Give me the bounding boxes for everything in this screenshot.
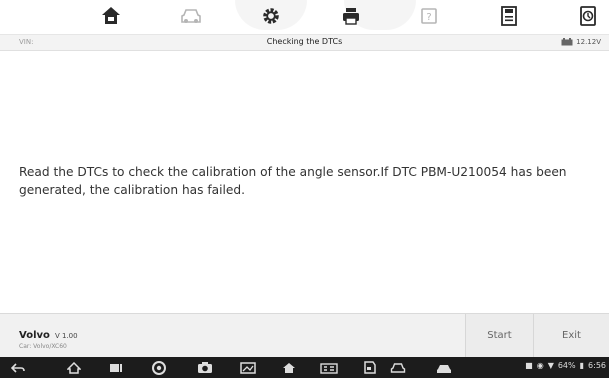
vehicle-info: Volvo V 1.00 Car: Volvo/XC60 [19, 323, 78, 350]
data-logging-icon[interactable] [573, 3, 603, 29]
chat-icon: ■ [525, 361, 533, 370]
vehicle-icon[interactable] [176, 3, 206, 29]
help-icon[interactable]: ? [414, 3, 444, 29]
print-icon[interactable] [336, 3, 366, 29]
chrome-icon[interactable] [147, 359, 171, 376]
home-icon[interactable] [96, 3, 126, 29]
voltage-value: 12.12V [576, 38, 601, 46]
vehicle-model: Car: Volvo/XC60 [19, 343, 67, 350]
svg-text:?: ? [426, 12, 431, 23]
main-content: Read the DTCs to check the calibration o… [0, 51, 609, 313]
notification-icon: ◉ [536, 361, 544, 370]
save-icon[interactable] [494, 3, 524, 29]
exit-button[interactable]: Exit [533, 314, 609, 357]
page-title: Checking the DTCs [266, 37, 343, 46]
instruction-text: Read the DTCs to check the calibration o… [19, 165, 567, 197]
vehicle-make: Volvo [19, 330, 50, 341]
settings-icon[interactable] [256, 3, 286, 29]
bottom-bar: Volvo V 1.00 Car: Volvo/XC60 Start Exit [0, 313, 609, 357]
maxifix-icon[interactable] [277, 359, 301, 376]
battery-icon: ▮ [579, 361, 585, 370]
clock: 6:56 [588, 361, 606, 370]
recent-apps-icon[interactable] [104, 359, 128, 376]
battery-percent: 64% [557, 361, 576, 370]
car-battery-icon [561, 38, 573, 46]
data-manager-icon[interactable] [432, 359, 456, 376]
info-bar: VIN: Checking the DTCs 12.12V [0, 34, 609, 51]
vci-icon[interactable] [317, 359, 341, 376]
shop-icon[interactable] [358, 359, 382, 376]
back-icon[interactable] [6, 359, 30, 376]
software-version: V 1.00 [54, 332, 78, 340]
start-button[interactable]: Start [465, 314, 533, 357]
android-nav-bar: ■ ◉ ▼ 64% ▮ 6:56 [0, 357, 609, 378]
vehicle-menu-icon[interactable] [386, 359, 410, 376]
battery-voltage: 12.12V [561, 38, 601, 46]
screenshot-icon[interactable] [236, 359, 260, 376]
wifi-icon: ▼ [547, 361, 554, 370]
status-area: ■ ◉ ▼ 64% ▮ 6:56 [525, 361, 606, 370]
home-icon[interactable] [62, 359, 86, 376]
toolbar: ? [0, 0, 609, 34]
camera-icon[interactable] [193, 359, 217, 376]
